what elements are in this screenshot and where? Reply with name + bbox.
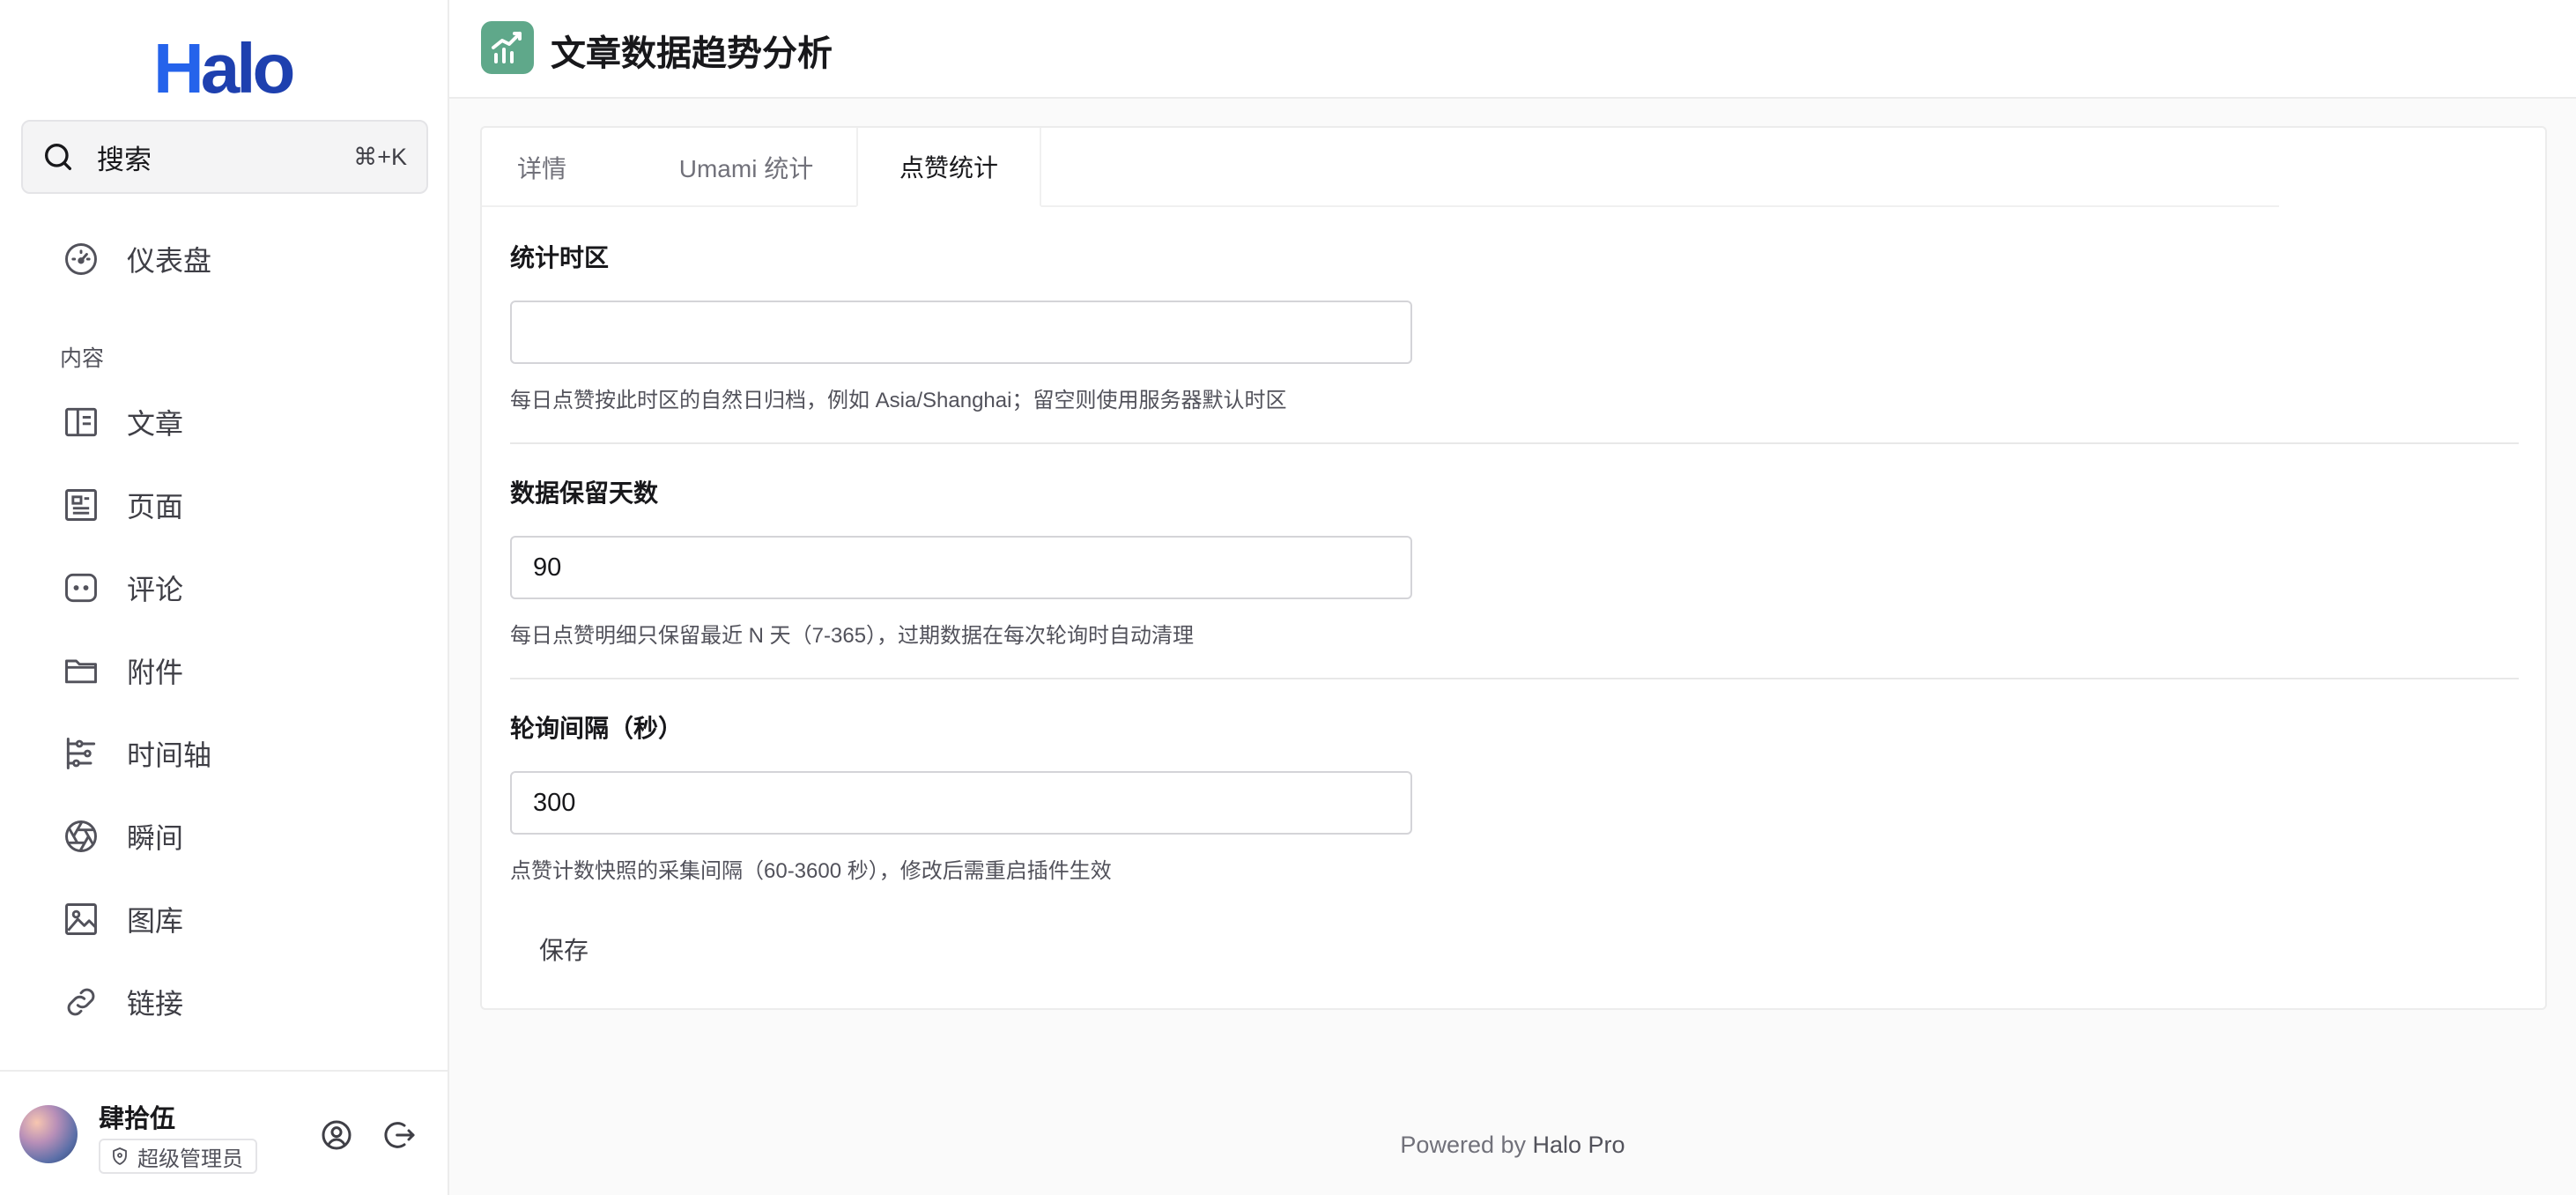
interval-label: 轮询间隔（秒） xyxy=(510,715,684,742)
sidebar-item-links[interactable]: 链接 xyxy=(39,970,409,1034)
sidebar-item-moments[interactable]: 瞬间 xyxy=(39,805,409,868)
chart-trend-icon xyxy=(481,21,534,74)
sidebar-item-posts[interactable]: 文章 xyxy=(39,390,409,454)
sidebar-item-label: 仪表盘 xyxy=(127,245,212,277)
save-button[interactable]: 保存 xyxy=(510,921,618,977)
sidebar-item-label: 图库 xyxy=(127,905,184,937)
role-label: 超级管理员 xyxy=(137,1147,243,1171)
folder-icon xyxy=(65,659,97,684)
page-title: 文章数据趋势分析 xyxy=(551,34,833,73)
tab-like-stats[interactable]: 点赞统计 xyxy=(856,128,1041,207)
sidebar-item-comments[interactable]: 评论 xyxy=(39,556,409,620)
page-header: 文章数据趋势分析 xyxy=(449,0,2576,99)
interval-help: 点赞计数快照的采集间隔（60-3600 秒），修改后需重启插件生效 xyxy=(510,859,1112,883)
settings-card: 详情 Umami 统计 点赞统计 统计时区 每日点赞按此时区的自然日归档，例如 … xyxy=(480,126,2547,1010)
shield-icon xyxy=(113,1147,127,1165)
book-open-icon xyxy=(65,407,97,437)
tab-umami-stats[interactable]: Umami 统计 xyxy=(649,128,843,207)
divider xyxy=(510,678,2519,679)
sidebar-item-label: 时间轴 xyxy=(127,739,212,771)
user-panel: 肆拾伍 超级管理员 xyxy=(0,1070,448,1195)
nav-group-content: 内容 xyxy=(60,346,105,371)
aperture-icon xyxy=(65,820,97,852)
search-shortcut: ⌘+K xyxy=(353,143,407,170)
retention-help: 每日点赞明细只保留最近 N 天（7-365），过期数据在每次轮询时自动清理 xyxy=(510,624,1195,648)
footer: Powered by Halo Pro xyxy=(449,1132,2576,1159)
search-icon xyxy=(45,144,72,170)
link-icon xyxy=(67,988,95,1016)
sidebar-item-label: 文章 xyxy=(127,408,184,440)
tab-bar: 详情 Umami 统计 点赞统计 xyxy=(482,128,2279,207)
retention-label: 数据保留天数 xyxy=(510,479,659,507)
search-bar[interactable]: 搜索 ⌘+K xyxy=(21,120,428,194)
tab-details[interactable]: 详情 xyxy=(498,128,586,207)
footer-brand-link[interactable]: Halo Pro xyxy=(1533,1132,1625,1158)
sidebar-item-photos[interactable]: 图库 xyxy=(39,887,409,951)
dashboard-icon xyxy=(65,243,97,275)
sidebar-item-timeline[interactable]: 时间轴 xyxy=(39,722,409,785)
comment-icon xyxy=(65,573,97,603)
poll-interval-input[interactable] xyxy=(510,771,1412,835)
logout-icon[interactable] xyxy=(382,1117,418,1153)
user-profile-icon[interactable] xyxy=(319,1117,354,1153)
sidebar-item-label: 页面 xyxy=(127,491,184,523)
sidebar: Halo 搜索 ⌘+K 仪表盘 内容 文章 页面 评论 附件 时间轴 瞬间 图库… xyxy=(0,0,449,1195)
search-label: 搜索 xyxy=(97,144,152,175)
sidebar-item-dashboard[interactable]: 仪表盘 xyxy=(39,227,409,291)
sidebar-item-label: 瞬间 xyxy=(127,822,184,854)
sidebar-item-pages[interactable]: 页面 xyxy=(39,473,409,537)
avatar[interactable] xyxy=(19,1105,78,1163)
footer-prefix: Powered by xyxy=(1400,1132,1533,1158)
image-icon xyxy=(65,903,97,935)
halo-logo[interactable]: Halo xyxy=(153,33,295,104)
timeline-icon xyxy=(66,738,96,769)
role-badge: 超级管理员 xyxy=(99,1139,257,1174)
sidebar-item-label: 链接 xyxy=(127,988,184,1020)
retention-days-input[interactable] xyxy=(510,536,1412,599)
timezone-help: 每日点赞按此时区的自然日归档，例如 Asia/Shanghai；留空则使用服务器… xyxy=(510,389,1287,412)
page-icon xyxy=(65,489,97,521)
divider xyxy=(510,442,2519,444)
sidebar-item-attachments[interactable]: 附件 xyxy=(39,639,409,702)
sidebar-item-label: 评论 xyxy=(127,574,184,605)
sidebar-item-label: 附件 xyxy=(127,657,184,688)
timezone-label: 统计时区 xyxy=(510,244,610,271)
timezone-input[interactable] xyxy=(510,301,1412,364)
user-name: 肆拾伍 xyxy=(99,1105,176,1133)
